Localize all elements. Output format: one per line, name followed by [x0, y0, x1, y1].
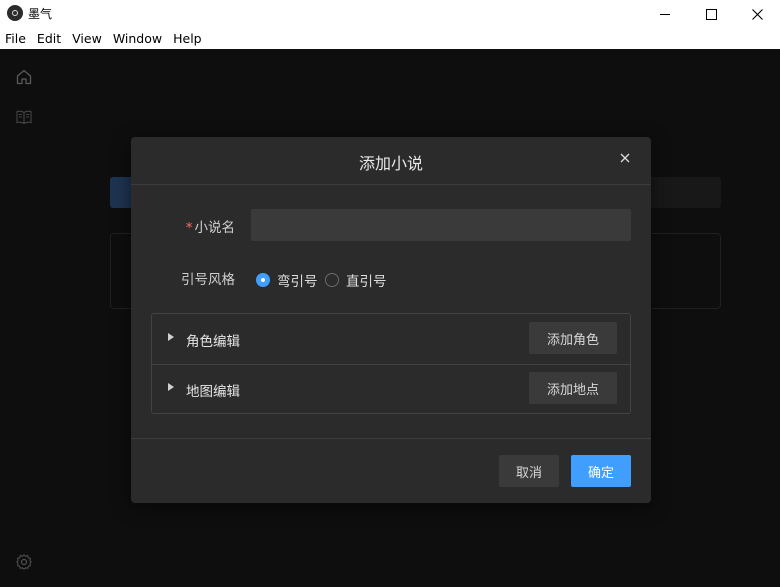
cancel-button[interactable]: 取消 — [499, 455, 559, 487]
menu-file[interactable]: File — [0, 31, 32, 46]
maximize-button[interactable] — [688, 0, 734, 28]
window-titlebar: 墨气 — [0, 0, 780, 28]
close-icon — [620, 153, 630, 163]
caret-right-icon — [168, 333, 174, 341]
confirm-button[interactable]: 确定 — [571, 455, 631, 487]
close-icon — [751, 8, 763, 20]
menu-help[interactable]: Help — [168, 31, 208, 46]
dialog-footer-divider — [131, 438, 651, 439]
window-title: 墨气 — [28, 7, 53, 21]
collapse-item-map[interactable]: 地图编辑 添加地点 — [152, 364, 630, 414]
radio-checked-icon — [256, 273, 270, 287]
menu-bar: File Edit View Window Help — [0, 28, 780, 49]
radio-curly-quotes-label: 弯引号 — [277, 274, 318, 290]
dialog-header: 添加小说 — [131, 137, 651, 185]
menu-window[interactable]: Window — [108, 31, 168, 46]
dialog-title: 添加小说 — [358, 154, 423, 173]
caret-right-icon — [168, 383, 174, 391]
collapse-title-map: 地图编辑 — [186, 384, 240, 400]
add-character-button[interactable]: 添加角色 — [529, 322, 617, 354]
novel-name-input[interactable] — [251, 209, 631, 241]
add-novel-dialog: 添加小说 * 小说名 引号风格 弯引号 直引号 角色编辑 添加角色 地图编辑 添加… — [131, 137, 651, 503]
radio-curly-quotes[interactable]: 弯引号 — [256, 270, 318, 290]
radio-unchecked-icon — [325, 273, 339, 287]
collapse-title-characters: 角色编辑 — [186, 334, 240, 350]
minimize-icon — [660, 13, 670, 15]
radio-straight-quotes-label: 直引号 — [346, 274, 387, 290]
collapse-panel: 角色编辑 添加角色 地图编辑 添加地点 — [151, 313, 631, 414]
novel-name-label: * 小说名 — [151, 216, 235, 236]
radio-straight-quotes[interactable]: 直引号 — [325, 270, 387, 290]
required-asterisk: * — [185, 220, 193, 236]
quote-style-label: 引号风格 — [181, 272, 235, 288]
collapse-item-characters[interactable]: 角色编辑 添加角色 — [152, 314, 630, 365]
menu-edit[interactable]: Edit — [32, 31, 67, 46]
novel-name-label-text: 小说名 — [194, 220, 236, 236]
minimize-button[interactable] — [642, 0, 688, 28]
close-window-button[interactable] — [734, 0, 780, 28]
add-location-button[interactable]: 添加地点 — [529, 372, 617, 404]
menu-view[interactable]: View — [67, 31, 108, 46]
maximize-icon — [705, 8, 717, 20]
app-logo-icon — [7, 5, 23, 21]
dialog-close-button[interactable] — [617, 151, 633, 167]
